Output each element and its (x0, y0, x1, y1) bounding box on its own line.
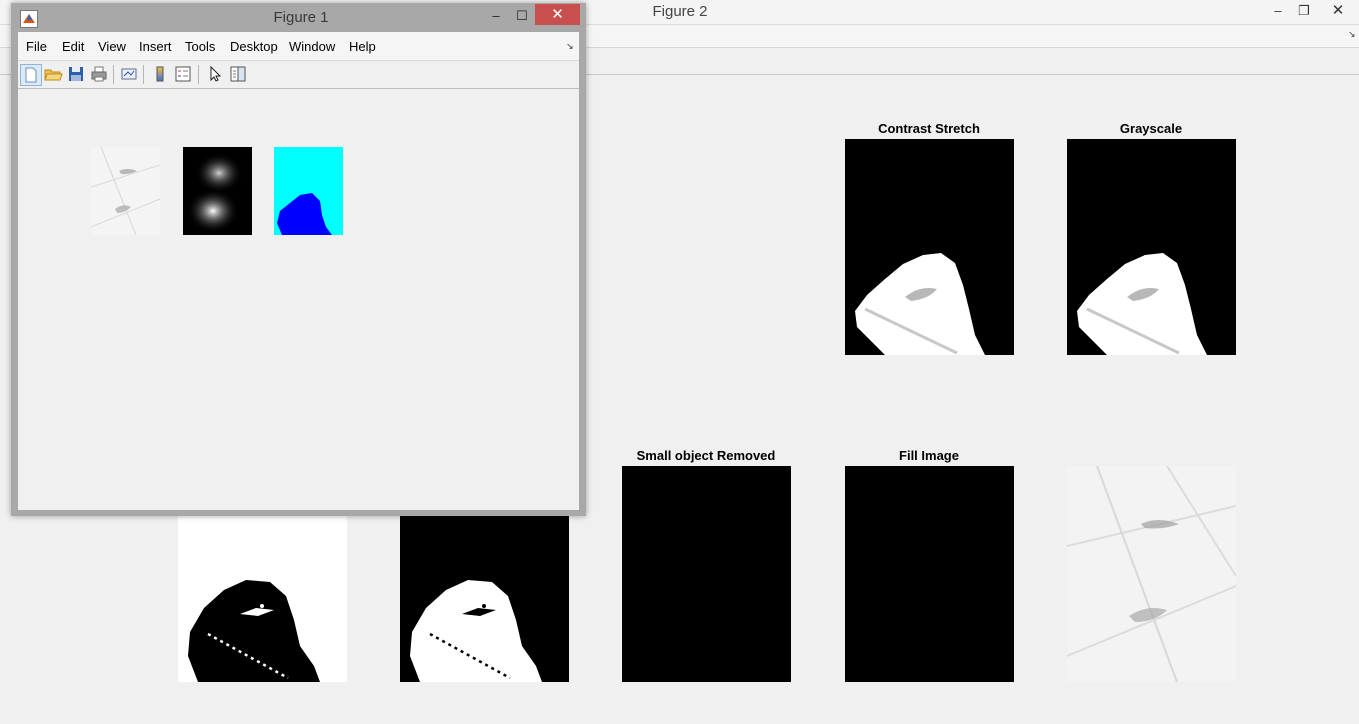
save-icon[interactable] (66, 64, 86, 84)
thumbnail-blurred-grayscale-image (183, 147, 252, 235)
thumbnail-original-photo[interactable] (91, 147, 160, 235)
figure1-minimize-button[interactable]: – (485, 5, 507, 27)
matlab-logo-icon[interactable] (20, 10, 38, 28)
menu-edit[interactable]: Edit (62, 39, 84, 54)
plot-grayscale[interactable] (1067, 139, 1236, 355)
figure1-close-button[interactable]: ✕ (535, 4, 580, 25)
toolbar-separator (113, 65, 114, 84)
figure2-dock-arrow-icon[interactable]: ↘ (1348, 29, 1356, 40)
grayscale-image (1067, 139, 1236, 355)
plot-small-object-removed[interactable] (622, 466, 791, 682)
link-plot-icon[interactable] (119, 64, 139, 84)
plot-title-contrast-stretch: Contrast Stretch (878, 121, 980, 136)
contrast-stretch-image (845, 139, 1014, 355)
menu-file[interactable]: File (26, 39, 47, 54)
plot-original-photo[interactable] (1067, 466, 1236, 682)
toolbar-separator (198, 65, 199, 84)
open-file-icon[interactable] (43, 64, 63, 84)
menu-desktop[interactable]: Desktop (230, 39, 278, 54)
figure1-maximize-button[interactable]: ☐ (511, 5, 533, 27)
thumbnail-blurred-grayscale[interactable] (183, 147, 252, 235)
toolbar-separator (143, 65, 144, 84)
plot-contrast-stretch[interactable] (845, 139, 1014, 355)
thumbnail-cyan-blue-segmentation[interactable] (274, 147, 343, 235)
menu-help[interactable]: Help (349, 39, 376, 54)
pointer-icon[interactable] (205, 64, 225, 84)
original-photo-image (1067, 466, 1236, 682)
new-figure-icon[interactable] (20, 64, 42, 86)
thumbnail-segmentation-image (274, 147, 343, 235)
menu-view[interactable]: View (98, 39, 126, 54)
figure1-client-area: File Edit View Insert Tools Desktop Wind… (18, 32, 579, 510)
menu-insert[interactable]: Insert (139, 39, 172, 54)
property-editor-icon[interactable] (228, 64, 248, 84)
figure2-close-button[interactable]: ✕ (1318, 0, 1358, 22)
plot-title-small-object-removed: Small object Removed (636, 448, 776, 463)
figure2-minimize-button[interactable]: – (1266, 0, 1290, 22)
figure1-window[interactable]: Figure 1 – ☐ ✕ File Edit View Insert Too… (11, 3, 586, 516)
figure1-toolbar (18, 61, 579, 89)
figure2-restore-button[interactable]: ❐ (1292, 0, 1316, 22)
binary-inverted-image (178, 516, 347, 682)
thumbnail-original-photo-image (91, 147, 160, 235)
plot-title-grayscale: Grayscale (1119, 121, 1183, 136)
print-icon[interactable] (89, 64, 109, 84)
colorbar-icon[interactable] (150, 64, 170, 84)
plot-title-fill-image: Fill Image (899, 448, 959, 463)
figure1-menubar: File Edit View Insert Tools Desktop Wind… (18, 32, 579, 61)
figure1-titlebar[interactable]: Figure 1 – ☐ ✕ (11, 3, 586, 32)
binary-image (400, 516, 569, 682)
plot-binary[interactable] (400, 516, 569, 682)
plot-fill-image[interactable] (845, 466, 1014, 682)
menu-tools[interactable]: Tools (185, 39, 215, 54)
legend-icon[interactable] (173, 64, 193, 84)
figure1-dock-arrow-icon[interactable]: ↘ (566, 41, 574, 52)
figure1-title: Figure 1 (273, 9, 329, 26)
plot-binary-inverted[interactable] (178, 516, 347, 682)
menu-window[interactable]: Window (289, 39, 335, 54)
